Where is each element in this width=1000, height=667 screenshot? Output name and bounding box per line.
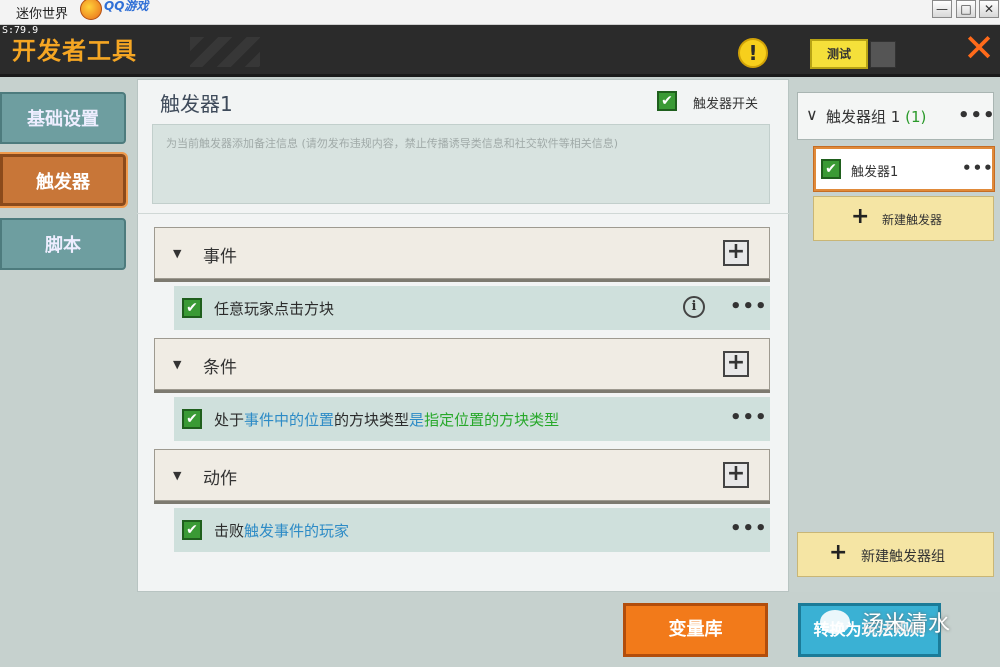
- nav-trigger[interactable]: 触发器: [0, 152, 128, 208]
- qq-logo-text: QQ游戏: [104, 0, 149, 13]
- condition-text-part: 的方块类型: [334, 411, 410, 429]
- nav-basic-settings[interactable]: 基础设置: [0, 92, 126, 144]
- action-checkbox[interactable]: ✔: [182, 520, 202, 540]
- info-icon[interactable]: i: [683, 296, 705, 318]
- new-group-label: 新建触发器组: [861, 549, 945, 565]
- event-row[interactable]: ✔ 任意玩家点击方块 •••: [174, 286, 770, 330]
- app-root: 迷你世界 QQ游戏 — □ ✕ S:79.9 开发者工具 ! 测试 ✕ 基础设置…: [0, 0, 1000, 667]
- event-text[interactable]: 任意玩家点击方块: [214, 298, 334, 319]
- trigger-enable-label: 触发器开关: [693, 97, 759, 112]
- action-text[interactable]: 击败触发事件的玩家: [214, 520, 349, 541]
- qq-logo-icon: [80, 0, 102, 20]
- event-section-header[interactable]: ▼ 事件 +: [154, 227, 770, 279]
- trigger-enable-checkbox[interactable]: ✔: [657, 91, 677, 111]
- new-trigger-label: 新建触发器: [882, 213, 943, 227]
- trigger-list-item[interactable]: •••: [813, 146, 995, 192]
- trigger-item-more-icon[interactable]: •••: [962, 159, 994, 177]
- action-param-link[interactable]: 触发事件的玩家: [244, 522, 349, 540]
- window-title: 迷你世界: [16, 7, 69, 22]
- condition-text[interactable]: 处于事件中的位置的方块类型是指定位置的方块类型: [214, 409, 559, 430]
- close-icon[interactable]: ✕: [958, 25, 1000, 73]
- section-title: 动作: [203, 469, 237, 489]
- condition-checkbox[interactable]: ✔: [182, 409, 202, 429]
- add-condition-button[interactable]: +: [723, 351, 749, 377]
- minimize-button[interactable]: —: [932, 0, 952, 18]
- collapse-caret-icon[interactable]: ▼: [173, 358, 181, 371]
- condition-param-link[interactable]: 事件中的位置: [244, 411, 334, 429]
- watermark-text: 汤米清水: [862, 612, 951, 637]
- condition-value-link[interactable]: 指定位置的方块类型: [424, 411, 559, 429]
- more-options-icon[interactable]: •••: [730, 407, 768, 428]
- plus-icon: +: [829, 540, 848, 565]
- note-placeholder: 为当前触发器添加备注信息 (请勿发布违规内容，禁止传播诱导类信息和社交软件等相关…: [166, 137, 619, 150]
- condition-operator-link[interactable]: 是: [409, 411, 424, 429]
- action-section-header[interactable]: ▼ 动作 +: [154, 449, 770, 501]
- group-count: (1): [905, 108, 927, 126]
- action-row[interactable]: ✔ 击败触发事件的玩家 •••: [174, 508, 770, 552]
- maximize-button[interactable]: □: [956, 0, 976, 18]
- divider: [137, 213, 789, 214]
- condition-section-header[interactable]: ▼ 条件 +: [154, 338, 770, 390]
- collapse-caret-icon[interactable]: ▼: [173, 469, 181, 482]
- add-action-button[interactable]: +: [723, 462, 749, 488]
- nav-script[interactable]: 脚本: [0, 218, 126, 270]
- trigger-name[interactable]: 触发器1: [160, 88, 233, 117]
- wechat-watermark-icon: [820, 610, 850, 634]
- chevron-down-icon[interactable]: ∨: [806, 105, 818, 124]
- warning-icon[interactable]: !: [738, 38, 768, 68]
- add-event-button[interactable]: +: [723, 240, 749, 266]
- variable-library-button[interactable]: 变量库: [623, 603, 768, 657]
- collapse-caret-icon[interactable]: ▼: [173, 247, 181, 260]
- window-title-bar: 迷你世界 QQ游戏 — □ ✕: [0, 0, 1000, 25]
- test-button[interactable]: 测试: [810, 39, 868, 69]
- condition-row[interactable]: ✔ 处于事件中的位置的方块类型是指定位置的方块类型 •••: [174, 397, 770, 441]
- group-label: 触发器组 1 (1): [826, 106, 926, 127]
- section-title: 条件: [203, 358, 237, 378]
- test-toggle[interactable]: [870, 41, 896, 68]
- page-title: 开发者工具: [12, 37, 137, 65]
- trigger-item-label: 触发器1: [851, 165, 899, 180]
- section-title: 事件: [203, 247, 237, 267]
- more-options-icon[interactable]: •••: [730, 518, 768, 539]
- group-name: 触发器组 1: [826, 108, 901, 126]
- plus-icon: +: [851, 204, 870, 229]
- window-close-button[interactable]: ✕: [979, 0, 999, 18]
- group-more-icon[interactable]: •••: [958, 105, 996, 126]
- more-options-icon[interactable]: •••: [730, 296, 768, 317]
- condition-text-part: 处于: [214, 411, 245, 429]
- action-text-part: 击败: [214, 522, 245, 540]
- event-checkbox[interactable]: ✔: [182, 298, 202, 318]
- trigger-item-checkbox[interactable]: ✔: [821, 159, 841, 179]
